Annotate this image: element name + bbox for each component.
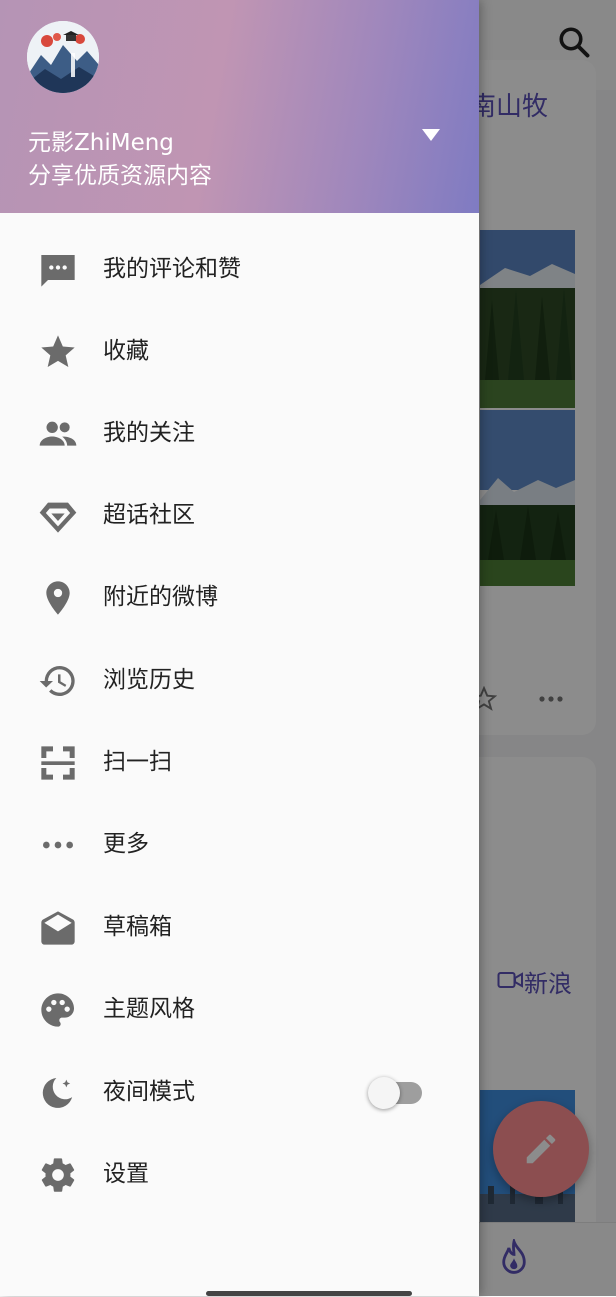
menu-item-label: 超话社区 — [103, 502, 195, 528]
drawer-header: 元影ZhiMeng 分享优质资源内容 — [0, 0, 479, 213]
star-icon — [41, 335, 75, 367]
night-mode-icon — [42, 1078, 73, 1108]
scan-icon — [41, 746, 75, 780]
menu-item-nearby[interactable]: 附近的微博 — [0, 556, 479, 638]
menu-item-drafts[interactable]: 草稿箱 — [0, 886, 479, 968]
account-dropdown-arrow-icon[interactable] — [420, 127, 442, 143]
avatar[interactable] — [27, 21, 99, 93]
menu-item-label: 浏览历史 — [103, 667, 195, 693]
user-name[interactable]: 元影ZhiMeng — [28, 123, 174, 157]
menu-item-favorites[interactable]: 收藏 — [0, 310, 479, 392]
menu-item-label: 我的关注 — [103, 420, 195, 446]
menu-item-label: 我的评论和赞 — [103, 256, 241, 282]
toggle-thumb — [368, 1077, 400, 1109]
menu-item-settings[interactable]: 设置 — [0, 1133, 479, 1215]
menu-item-label: 草稿箱 — [103, 914, 172, 940]
people-icon — [39, 421, 77, 446]
palette-icon — [41, 993, 74, 1027]
menu-item-label: 夜间模式 — [103, 1079, 195, 1105]
gear-icon — [41, 1158, 75, 1192]
comment-icon — [41, 255, 75, 287]
night-mode-toggle[interactable] — [368, 1077, 424, 1109]
location-pin-icon — [46, 581, 70, 615]
user-subtitle: 分享优质资源内容 — [28, 163, 212, 189]
menu-item-label: 更多 — [103, 831, 149, 857]
home-indicator[interactable] — [206, 1291, 412, 1296]
diamond-icon — [39, 502, 77, 533]
menu-item-scan[interactable]: 扫一扫 — [0, 721, 479, 803]
menu-item-label: 设置 — [103, 1161, 149, 1187]
menu-item-more[interactable]: 更多 — [0, 803, 479, 885]
navigation-drawer: 元影ZhiMeng 分享优质资源内容 我的评论和赞 收藏 我的关注 超话社区 附… — [0, 0, 479, 1296]
menu-item-following[interactable]: 我的关注 — [0, 392, 479, 474]
drafts-icon — [41, 911, 75, 945]
menu-item-super-topic[interactable]: 超话社区 — [0, 474, 479, 556]
more-dots-icon — [43, 841, 73, 849]
menu-item-label: 附近的微博 — [103, 584, 218, 610]
menu-item-label: 扫一扫 — [103, 749, 172, 775]
history-icon — [39, 666, 75, 696]
menu-item-label: 主题风格 — [103, 996, 195, 1022]
menu-item-theme[interactable]: 主题风格 — [0, 968, 479, 1050]
menu-item-comments-likes[interactable]: 我的评论和赞 — [0, 228, 479, 310]
menu-item-label: 收藏 — [103, 338, 149, 364]
menu-item-history[interactable]: 浏览历史 — [0, 639, 479, 721]
